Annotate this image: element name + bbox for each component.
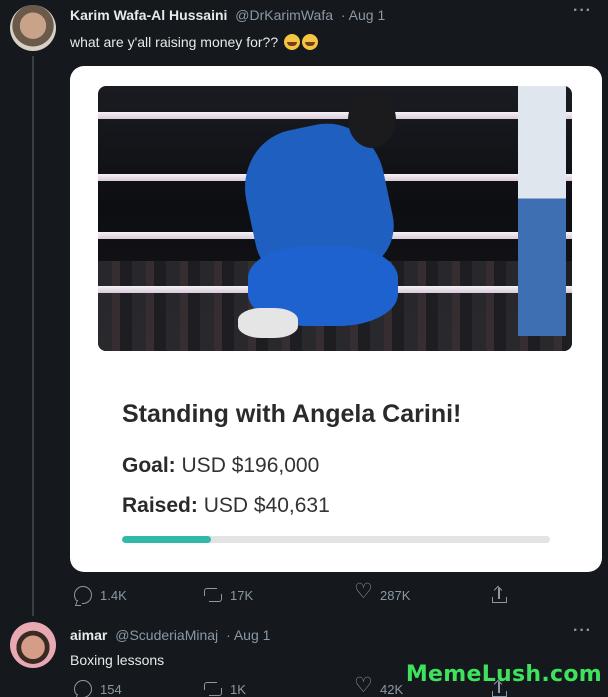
raised-label: Raised: [122, 494, 198, 517]
more-options-icon[interactable]: ··· [573, 622, 592, 640]
tweet-date[interactable]: · Aug 1 [226, 627, 270, 643]
boxer-head [348, 92, 396, 148]
reply-icon [74, 586, 92, 604]
display-name[interactable]: aimar [70, 627, 107, 643]
tweet-text: what are y'all raising money for?? [70, 34, 318, 50]
avatar-karim[interactable] [10, 5, 56, 51]
tweet-text-content: what are y'all raising money for?? [70, 34, 279, 50]
retweet-button[interactable]: 1K [204, 680, 246, 697]
user-handle[interactable]: @ScuderiaMinaj [115, 627, 218, 643]
reply-count: 154 [100, 681, 122, 697]
reply-icon [74, 680, 92, 697]
referee-figure [518, 86, 566, 336]
like-button[interactable]: 42K [354, 675, 404, 697]
reply-button[interactable]: 1.4K [74, 586, 127, 604]
retweet-count: 17K [230, 587, 254, 603]
raised-value: USD $40,631 [203, 494, 330, 517]
heart-icon [354, 581, 373, 604]
goal-label: Goal: [122, 454, 176, 477]
heart-icon [354, 675, 373, 697]
reply-count: 1.4K [100, 587, 127, 603]
crying-face-icon [302, 34, 318, 50]
crying-face-icon [284, 34, 300, 50]
fundraiser-title: Standing with Angela Carini! [122, 400, 462, 428]
tweet-header: Karim Wafa-Al Hussaini @DrKarimWafa · Au… [70, 7, 385, 23]
progress-fill [122, 536, 211, 543]
retweet-icon [204, 586, 222, 604]
tweet-actions: 1.4K 17K 287K [0, 581, 608, 608]
boxing-photo[interactable] [98, 86, 572, 351]
like-count: 287K [380, 587, 411, 603]
retweet-button[interactable]: 17K [204, 586, 253, 604]
display-name[interactable]: Karim Wafa-Al Hussaini [70, 7, 227, 23]
share-button[interactable] [490, 585, 508, 604]
share-icon [490, 585, 508, 604]
retweet-icon [204, 680, 222, 697]
tweet-date[interactable]: · Aug 1 [341, 7, 385, 23]
thread-line [32, 56, 34, 616]
reply-button[interactable]: 154 [74, 680, 122, 697]
like-button[interactable]: 287K [354, 581, 411, 604]
tweet-header: aimar @ScuderiaMinaj · Aug 1 [70, 627, 270, 643]
progress-bar [122, 536, 550, 543]
ring-rope [98, 112, 572, 119]
user-handle[interactable]: @DrKarimWafa [235, 7, 333, 23]
like-count: 42K [380, 681, 404, 697]
more-options-icon[interactable]: ··· [573, 2, 592, 20]
tweet-text: Boxing lessons [70, 652, 165, 668]
avatar-aimar[interactable] [10, 622, 56, 668]
goal-line: Goal: USD $196,000 [122, 454, 319, 478]
raised-line: Raised: USD $40,631 [122, 494, 330, 518]
fundraiser-card[interactable]: Standing with Angela Carini! Goal: USD $… [70, 66, 602, 572]
goal-value: USD $196,000 [181, 454, 320, 477]
watermark: MemeLush.com [405, 662, 602, 687]
boxer-shoe [238, 308, 298, 338]
retweet-count: 1K [230, 681, 246, 697]
